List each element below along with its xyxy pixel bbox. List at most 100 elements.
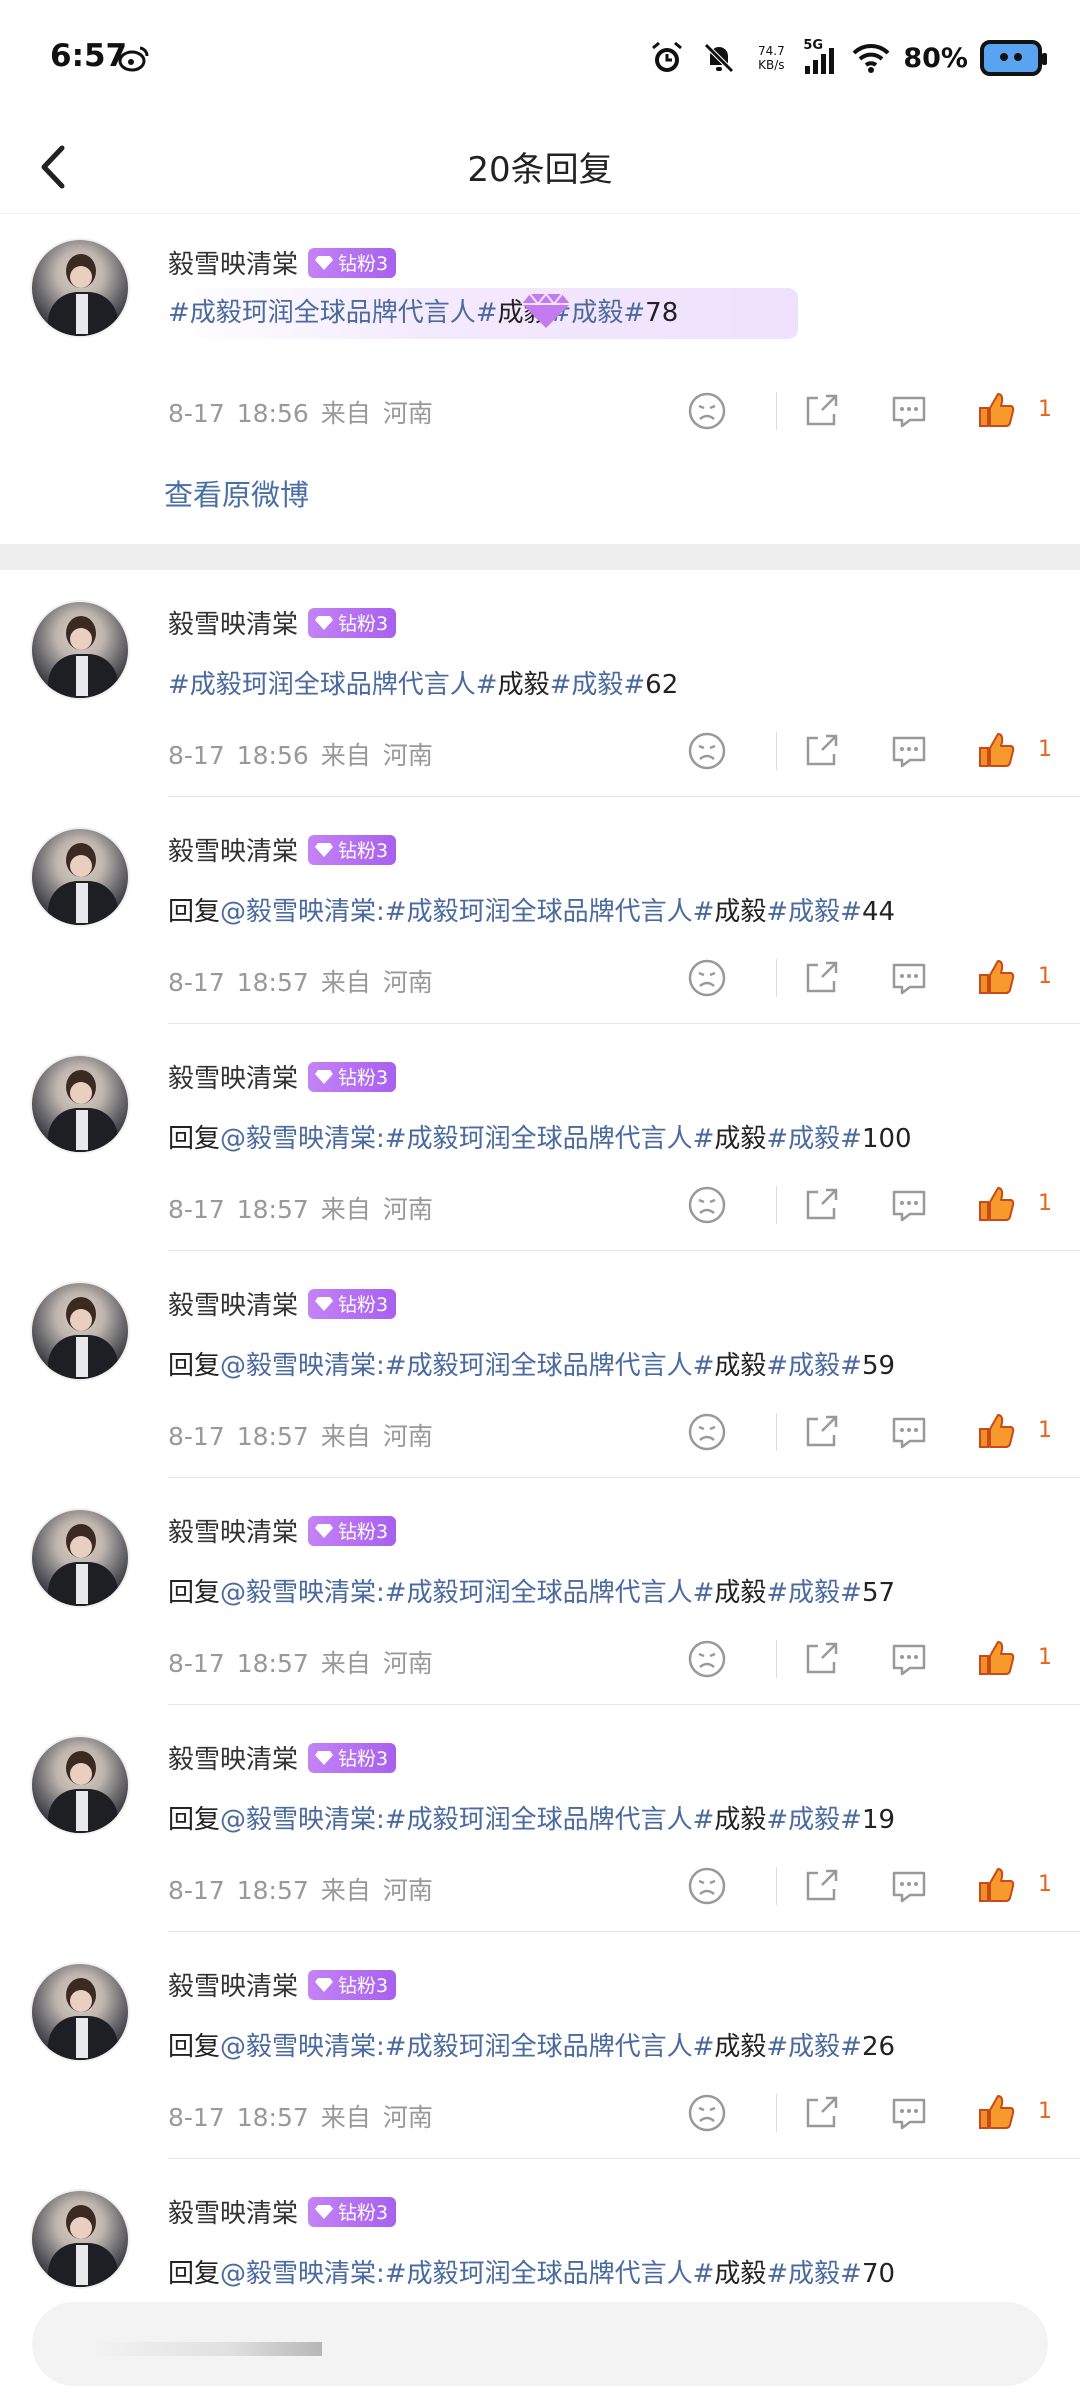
comment-icon[interactable] — [888, 1638, 930, 1680]
share-icon[interactable] — [800, 2092, 842, 2134]
comment-icon[interactable] — [888, 1184, 930, 1226]
like-icon[interactable] — [976, 2092, 1018, 2134]
dislike-icon[interactable] — [686, 1184, 728, 1226]
share-icon[interactable] — [800, 1865, 842, 1907]
like-icon[interactable] — [976, 1638, 1018, 1680]
dislike-icon[interactable] — [686, 957, 728, 999]
separator — [776, 2094, 777, 2132]
topic-link[interactable]: #成毅# — [766, 2032, 862, 2062]
mention-link[interactable]: @毅雪映清棠: — [220, 2259, 385, 2289]
avatar[interactable] — [30, 827, 130, 927]
share-icon[interactable] — [800, 1184, 842, 1226]
dislike-icon[interactable] — [686, 730, 728, 772]
topic-link[interactable]: #成毅# — [766, 897, 862, 927]
user-name[interactable]: 毅雪映清棠 — [168, 1058, 298, 1095]
fan-badge[interactable]: 钻粉3 — [308, 1288, 397, 1319]
reply-meta: 8-17 18:57 来自 河南 — [168, 1195, 433, 1224]
comment-icon[interactable] — [888, 1865, 930, 1907]
separator — [776, 1413, 777, 1451]
separator — [776, 1640, 777, 1678]
fan-badge[interactable]: 钻粉3 — [308, 2196, 397, 2227]
user-name[interactable]: 毅雪映清棠 — [168, 244, 298, 281]
avatar[interactable] — [30, 1281, 130, 1381]
mention-link[interactable]: @毅雪映清棠: — [220, 2032, 385, 2062]
share-icon[interactable] — [800, 1411, 842, 1453]
topic-link[interactable]: #成毅# — [766, 1124, 862, 1154]
separator — [776, 959, 777, 997]
like-icon[interactable] — [976, 390, 1018, 432]
user-name[interactable]: 毅雪映清棠 — [168, 2193, 298, 2230]
topic-link[interactable]: #成毅珂润全球品牌代言人# — [385, 897, 715, 927]
topic-link[interactable]: #成毅珂润全球品牌代言人# — [385, 2032, 715, 2062]
topic-link[interactable]: #成毅珂润全球品牌代言人# — [385, 1578, 715, 1608]
user-name-row: 毅雪映清棠 钻粉3 — [168, 1739, 397, 1776]
topic-link[interactable]: #成毅# — [766, 1578, 862, 1608]
avatar[interactable] — [30, 238, 130, 338]
mention-link[interactable]: @毅雪映清棠: — [220, 897, 385, 927]
comment-icon[interactable] — [888, 957, 930, 999]
comment-icon[interactable] — [888, 2092, 930, 2134]
mention-link[interactable]: @毅雪映清棠: — [220, 1124, 385, 1154]
fan-badge[interactable]: 钻粉3 — [308, 247, 397, 278]
fan-badge[interactable]: 钻粉3 — [308, 834, 397, 865]
action-bar: 1 — [686, 2092, 1056, 2142]
share-icon[interactable] — [800, 390, 842, 432]
avatar[interactable] — [30, 1054, 130, 1154]
topic-link[interactable]: #成毅珂润全球品牌代言人# — [385, 1351, 715, 1381]
topic-link[interactable]: #成毅珂润全球品牌代言人# — [168, 670, 498, 700]
mention-link[interactable]: @毅雪映清棠: — [220, 1805, 385, 1835]
topic-link[interactable]: #成毅# — [766, 1351, 862, 1381]
fan-badge[interactable]: 钻粉3 — [308, 1969, 397, 2000]
dislike-icon[interactable] — [686, 1638, 728, 1680]
view-original-link[interactable]: 查看原微博 — [164, 472, 309, 514]
user-name[interactable]: 毅雪映清棠 — [168, 1285, 298, 1322]
user-name[interactable]: 毅雪映清棠 — [168, 1739, 298, 1776]
user-name[interactable]: 毅雪映清棠 — [168, 831, 298, 868]
page-title: 20条回复 — [467, 150, 613, 190]
topic-link[interactable]: #成毅# — [550, 670, 646, 700]
fan-badge[interactable]: 钻粉3 — [308, 1061, 397, 1092]
dislike-icon[interactable] — [686, 1411, 728, 1453]
like-icon[interactable] — [976, 1411, 1018, 1453]
topic-link[interactable]: #成毅珂润全球品牌代言人# — [168, 298, 498, 328]
fan-badge[interactable]: 钻粉3 — [308, 607, 397, 638]
input-placeholder — [92, 2342, 322, 2356]
avatar[interactable] — [30, 1735, 130, 1835]
user-name[interactable]: 毅雪映清棠 — [168, 1966, 298, 2003]
action-bar: 1 — [686, 730, 1056, 780]
like-icon[interactable] — [976, 957, 1018, 999]
topic-link[interactable]: #成毅# — [766, 2259, 862, 2289]
like-icon[interactable] — [976, 730, 1018, 772]
avatar[interactable] — [30, 1962, 130, 2062]
avatar[interactable] — [30, 1508, 130, 1608]
reply-item: 毅雪映清棠 钻粉3 #成毅珂润全球品牌代言人#成毅#成毅#62 8-17 18:5… — [0, 570, 1080, 797]
mention-link[interactable]: @毅雪映清棠: — [220, 1578, 385, 1608]
dislike-icon[interactable] — [686, 2092, 728, 2134]
reply-meta: 8-17 18:57 来自 河南 — [168, 1422, 433, 1451]
reply-input[interactable] — [32, 2302, 1048, 2386]
dislike-icon[interactable] — [686, 1865, 728, 1907]
user-name[interactable]: 毅雪映清棠 — [168, 604, 298, 641]
share-icon[interactable] — [800, 1638, 842, 1680]
comment-icon[interactable] — [888, 730, 930, 772]
topic-link[interactable]: #成毅珂润全球品牌代言人# — [385, 1124, 715, 1154]
share-icon[interactable] — [800, 957, 842, 999]
topic-link[interactable]: #成毅# — [766, 1805, 862, 1835]
like-icon[interactable] — [976, 1865, 1018, 1907]
reply-text: 回复@毅雪映清棠:#成毅珂润全球品牌代言人#成毅#成毅#44 — [168, 897, 896, 927]
reply-text: 回复@毅雪映清棠:#成毅珂润全球品牌代言人#成毅#成毅#19 — [168, 1805, 896, 1835]
mention-link[interactable]: @毅雪映清棠: — [220, 1351, 385, 1381]
share-icon[interactable] — [800, 730, 842, 772]
comment-icon[interactable] — [888, 390, 930, 432]
comment-icon[interactable] — [888, 1411, 930, 1453]
avatar[interactable] — [30, 600, 130, 700]
fan-badge[interactable]: 钻粉3 — [308, 1515, 397, 1546]
net-speed: 74.7 KB/s — [758, 44, 785, 72]
like-icon[interactable] — [976, 1184, 1018, 1226]
topic-link[interactable]: #成毅珂润全球品牌代言人# — [385, 2259, 715, 2289]
topic-link[interactable]: #成毅珂润全球品牌代言人# — [385, 1805, 715, 1835]
avatar[interactable] — [30, 2189, 130, 2289]
fan-badge[interactable]: 钻粉3 — [308, 1742, 397, 1773]
dislike-icon[interactable] — [686, 390, 728, 432]
user-name[interactable]: 毅雪映清棠 — [168, 1512, 298, 1549]
